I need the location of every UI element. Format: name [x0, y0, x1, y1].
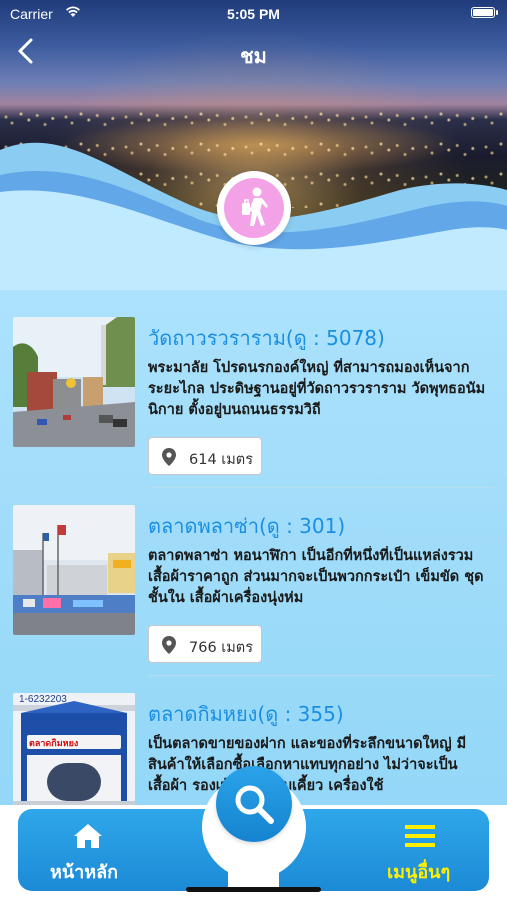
tab-more-menu[interactable]: เมนูอื่นๆ [279, 809, 489, 891]
item-description: เป็นตลาดขายของฝาก และของที่ระลึกขนาดใหญ่… [148, 736, 467, 794]
map-pin-icon [162, 636, 176, 654]
screen: Carrier 5:05 PM ชม วัดถาวรวราราม(ดู: 50… [0, 0, 507, 900]
market-sign: ตลาดกิมหยง [29, 738, 78, 749]
attraction-list[interactable]: วัดถาวรวราราม(ดู : 5078) พระมาลัย โปรดนร… [0, 300, 507, 805]
item-title[interactable]: ตลาดพลาซ่า(ดู : 301) [148, 510, 345, 542]
list-item[interactable]: วัดถาวรวราราม(ดู : 5078) พระมาลัย โปรดนร… [0, 300, 507, 488]
home-icon [74, 824, 102, 848]
walking-traveler-icon [242, 187, 268, 226]
thumbnail-kimyong-market: 1-6232203 ตลาดกิมหยง [13, 693, 135, 805]
map-pin-icon [162, 448, 176, 466]
distance-label: 766 เมตร [189, 640, 254, 656]
distance-chip[interactable]: 614 เมตร [148, 437, 262, 475]
search-button[interactable] [216, 766, 292, 842]
phone-number-sign: 1-6232203 [19, 694, 67, 705]
item-title[interactable]: วัดถาวรวราราม(ดู : 5078) [148, 322, 385, 354]
distance-label: 614 เมตร [189, 452, 254, 468]
battery-icon [471, 7, 498, 18]
tab-home[interactable]: หน้าหลัก [18, 809, 228, 891]
category-badge [217, 171, 291, 245]
status-bar: Carrier 5:05 PM [0, 0, 507, 28]
tab-more-label: เมนูอื่นๆ [387, 862, 451, 883]
tab-home-label: หน้าหลัก [50, 862, 119, 883]
distance-chip[interactable]: 766 เมตร [148, 625, 262, 663]
page-title: ชม [240, 44, 267, 68]
item-description: ตลาดพลาซ่า หอนาฬิกา เป็นอีกที่หนึ่งที่เป… [148, 548, 484, 606]
list-item[interactable]: ตลาดพลาซ่า(ดู : 301) ตลาดพลาซ่า หอนาฬิกา… [0, 488, 507, 676]
search-icon [235, 785, 274, 824]
thumbnail-temple [13, 317, 135, 447]
item-title[interactable]: ตลาดกิมหยง(ดู : 355) [148, 698, 344, 730]
status-time: 5:05 PM [227, 6, 280, 22]
home-indicator [186, 887, 321, 892]
item-description: พระมาลัย โปรดนรกองค์ใหญ่ ที่สามารถมองเห็… [148, 360, 486, 418]
hamburger-menu-icon [405, 825, 435, 847]
thumbnail-plaza-market [13, 505, 135, 635]
